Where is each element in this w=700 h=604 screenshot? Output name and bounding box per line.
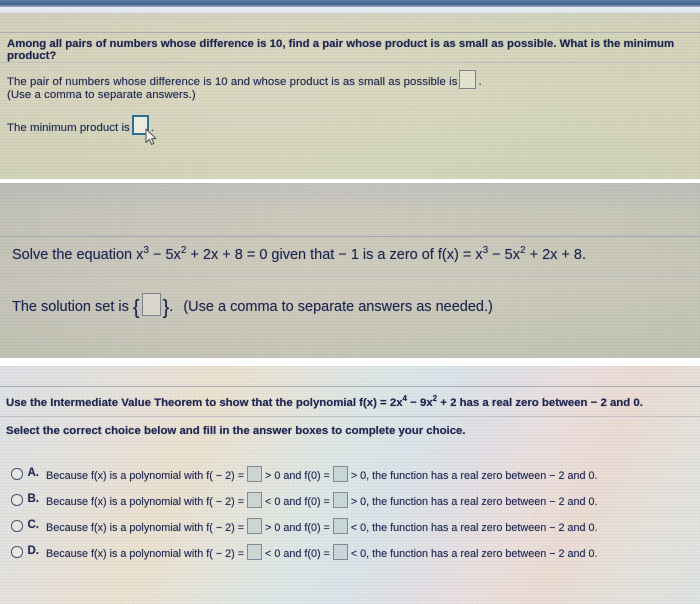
choice-option-b[interactable]: B. Because f(x) is a polynomial with f( … xyxy=(11,492,697,509)
problem-2-q-seg3: + 2x + 8 = 0 given that − 1 is a zero of… xyxy=(186,247,483,263)
choice-a-body: Because f(x) is a polynomial with f( − 2… xyxy=(46,466,697,483)
window-chrome-bar-highlight xyxy=(0,7,700,13)
choice-b-letter: B. xyxy=(27,493,40,505)
problem-2-question: Solve the equation x3 − 5x2 + 2x + 8 = 0… xyxy=(12,245,688,265)
choice-option-a[interactable]: A. Because f(x) is a polynomial with f( … xyxy=(11,466,697,483)
problem-panel-2: Solve the equation x3 − 5x2 + 2x + 8 = 0… xyxy=(0,183,700,358)
problem-1-prompt-2-end: . xyxy=(150,122,155,134)
problem-1-prompt-1: The pair of numbers whose difference is … xyxy=(7,76,458,88)
divider-mid-3 xyxy=(0,416,700,417)
problem-3-choice-list: A. Because f(x) is a polynomial with f( … xyxy=(11,466,697,570)
problem-2-answer-prefix: The solution set is xyxy=(12,299,129,315)
problem-3-instruction: Select the correct choice below and fill… xyxy=(6,425,466,437)
problem-1-answer-line-1: The pair of numbers whose difference is … xyxy=(7,70,693,90)
screen-moire-overlay xyxy=(0,183,700,358)
radio-button-icon[interactable] xyxy=(11,468,23,480)
problem-2-q-seg4: − 5x xyxy=(488,247,520,263)
choice-a-input-1[interactable] xyxy=(247,466,263,482)
choice-b-seg2: < 0 and f(0) = xyxy=(265,496,330,508)
choice-d-letter: D. xyxy=(27,545,40,557)
panel-background xyxy=(0,183,700,358)
problem-1-hint: (Use a comma to separate answers.) xyxy=(7,89,196,101)
problem-2-answer-suffix: . xyxy=(169,299,174,315)
choice-c-input-2[interactable] xyxy=(332,518,348,534)
problem-2-q-seg2: − 5x xyxy=(148,247,181,263)
choice-b-seg3: > 0, the function has a real zero betwee… xyxy=(350,496,598,508)
divider-top-2 xyxy=(0,236,700,237)
problem-1-answer-input-2[interactable] xyxy=(131,115,149,135)
choice-option-c[interactable]: C. Because f(x) is a polynomial with f( … xyxy=(11,518,697,535)
choice-d-body: Because f(x) is a polynomial with f( − 2… xyxy=(46,544,697,561)
problem-3-q-seg1: Use the Intermediate Value Theorem to sh… xyxy=(6,397,403,409)
choice-d-input-2[interactable] xyxy=(332,544,348,560)
window-chrome-bar xyxy=(0,0,700,7)
radio-button-icon[interactable] xyxy=(11,546,23,558)
problem-3-question: Use the Intermediate Value Theorem to sh… xyxy=(6,395,696,409)
brace-open: { xyxy=(132,297,140,319)
problem-3-q-seg3: + 2 has a real zero between − 2 and 0. xyxy=(437,397,643,409)
problem-2-q-seg5: + 2x + 8. xyxy=(525,247,587,263)
choice-c-letter: C. xyxy=(27,519,40,531)
choice-b-body: Because f(x) is a polynomial with f( − 2… xyxy=(46,492,697,509)
radio-button-icon[interactable] xyxy=(11,494,23,506)
choice-a-seg2: > 0 and f(0) = xyxy=(265,470,330,482)
choice-d-input-1[interactable] xyxy=(247,544,263,560)
choice-b-input-2[interactable] xyxy=(332,492,348,508)
choice-c-input-1[interactable] xyxy=(247,518,263,534)
choice-a-seg1: Because f(x) is a polynomial with f( − 2… xyxy=(46,470,245,482)
divider-top-3 xyxy=(0,386,700,387)
problem-1-answer-input-1[interactable] xyxy=(459,70,477,89)
choice-c-seg1: Because f(x) is a polynomial with f( − 2… xyxy=(46,522,245,534)
problem-2-hint: (Use a comma to separate answers as need… xyxy=(183,299,493,315)
problem-2-answer-input[interactable] xyxy=(141,293,161,316)
choice-d-seg1: Because f(x) is a polynomial with f( − 2… xyxy=(46,548,245,560)
choice-b-seg1: Because f(x) is a polynomial with f( − 2… xyxy=(46,496,245,508)
problem-1-question: Among all pairs of numbers whose differe… xyxy=(7,38,675,62)
divider-top-1 xyxy=(0,32,700,33)
divider-mid-2 xyxy=(0,276,700,277)
choice-d-seg3: < 0, the function has a real zero betwee… xyxy=(350,548,598,560)
problem-2-q-seg1: Solve the equation x xyxy=(12,247,144,263)
problem-1-prompt-2: The minimum product is xyxy=(7,122,130,134)
choice-option-d[interactable]: D. Because f(x) is a polynomial with f( … xyxy=(11,544,697,561)
problem-panel-1: Among all pairs of numbers whose differe… xyxy=(0,0,700,179)
choice-c-seg3: < 0, the function has a real zero betwee… xyxy=(350,522,598,534)
radio-button-icon[interactable] xyxy=(11,520,23,532)
problem-3-q-seg2: − 9x xyxy=(407,397,433,409)
choice-b-input-1[interactable] xyxy=(247,492,263,508)
choice-c-seg2: > 0 and f(0) = xyxy=(265,522,330,534)
choice-d-seg2: < 0 and f(0) = xyxy=(265,548,330,560)
divider-mid-1 xyxy=(0,62,700,63)
problem-panel-3: Use the Intermediate Value Theorem to sh… xyxy=(0,366,700,604)
problem-1-prompt-1-end: . xyxy=(478,76,482,88)
problem-2-answer-line: The solution set is {}. (Use a comma to … xyxy=(12,293,493,319)
choice-a-input-2[interactable] xyxy=(332,466,348,482)
choice-a-letter: A. xyxy=(27,467,40,479)
choice-c-body: Because f(x) is a polynomial with f( − 2… xyxy=(46,518,697,535)
problem-1-answer-line-2: The minimum product is. xyxy=(7,115,154,136)
choice-a-seg3: > 0, the function has a real zero betwee… xyxy=(350,470,598,482)
